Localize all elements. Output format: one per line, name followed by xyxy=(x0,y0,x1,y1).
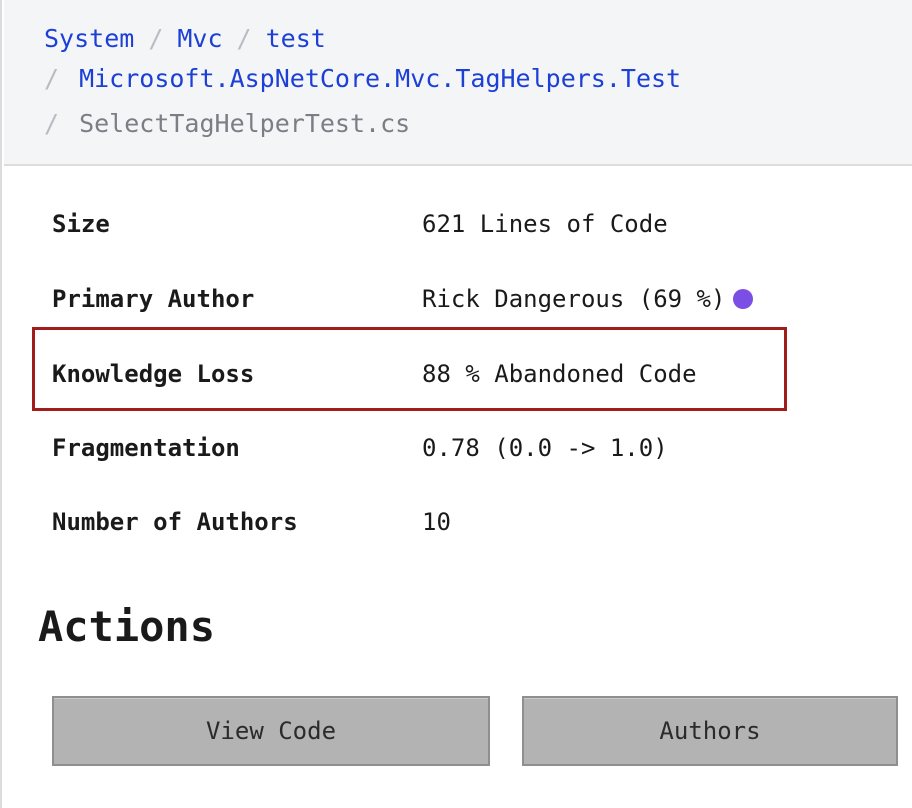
author-color-dot-icon xyxy=(733,289,754,309)
breadcrumb-item-test[interactable]: test xyxy=(266,24,326,53)
breadcrumb-item-mvc[interactable]: Mvc xyxy=(177,24,222,53)
breadcrumb-item-tag-helpers-test[interactable]: Microsoft.AspNetCore.Mvc.TagHelpers.Test xyxy=(79,64,681,93)
breadcrumb-separator: / xyxy=(236,24,252,53)
breadcrumb-separator: / xyxy=(148,24,164,53)
breadcrumb-separator: / xyxy=(44,64,60,93)
knowledge-loss-value: 88 % Abandoned Code xyxy=(422,360,697,388)
breadcrumb-line-3: / SelectTagHelperTest.cs xyxy=(44,109,410,139)
number-of-authors-label: Number of Authors xyxy=(52,508,298,536)
knowledge-loss-label: Knowledge Loss xyxy=(52,360,255,388)
primary-author-value-wrap: Rick Dangerous (69 %) xyxy=(422,279,754,319)
primary-author-value: Rick Dangerous (69 %) xyxy=(422,285,726,313)
fragmentation-value: 0.78 (0.0 -> 1.0) xyxy=(422,434,668,462)
size-value: 621 Lines of Code xyxy=(422,210,668,238)
fragmentation-label: Fragmentation xyxy=(52,434,240,462)
breadcrumb-line-2: / Microsoft.AspNetCore.Mvc.TagHelpers.Tes… xyxy=(44,64,681,94)
breadcrumb: System / Mvc / test / Microsoft.AspNetCore.Mv… xyxy=(4,0,912,166)
breadcrumb-current-file: SelectTagHelperTest.cs xyxy=(79,109,411,138)
number-of-authors-value: 10 xyxy=(422,508,451,536)
size-label: Size xyxy=(52,210,110,238)
breadcrumb-line-1: System / Mvc / test xyxy=(44,24,326,54)
file-details-panel: System / Mvc / test / Microsoft.AspNetCore.Mv… xyxy=(0,0,912,808)
breadcrumb-separator: / xyxy=(44,109,60,138)
actions-heading: Actions xyxy=(38,602,216,651)
authors-button[interactable]: Authors xyxy=(522,696,898,766)
primary-author-label: Primary Author xyxy=(52,285,255,313)
breadcrumb-item-system[interactable]: System xyxy=(44,24,134,53)
view-code-button[interactable]: View Code xyxy=(52,696,490,766)
